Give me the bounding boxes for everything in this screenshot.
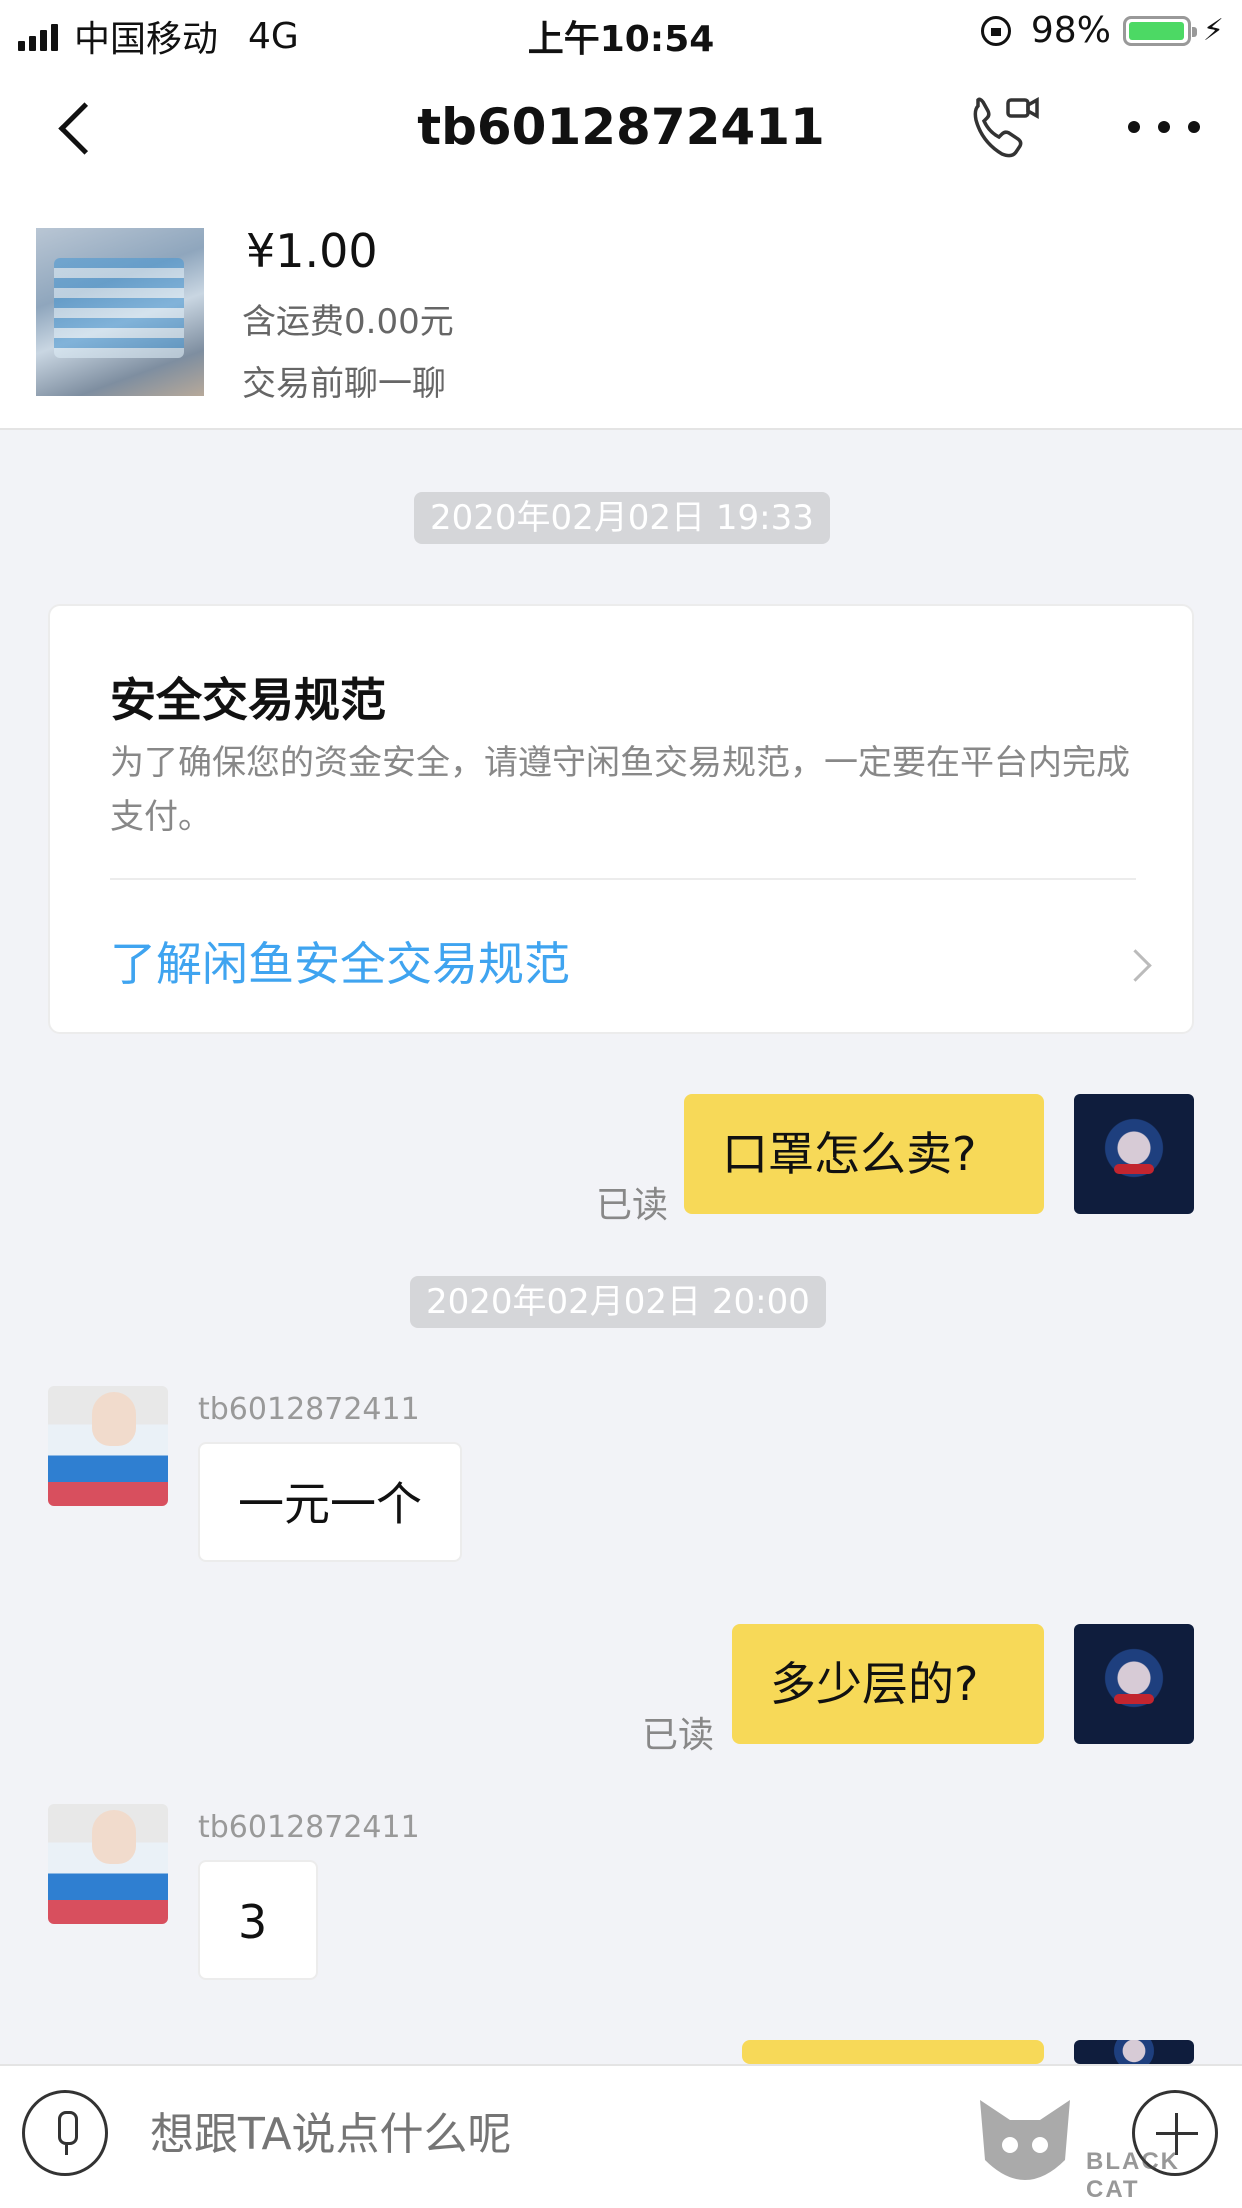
safety-rules-link[interactable]: 了解闲鱼安全交易规范 [110,928,570,994]
sender-name: tb6012872411 [198,1392,420,1427]
timestamp-1: 2020年02月02日 19:33 [414,492,830,544]
product-note: 交易前聊一聊 [242,364,446,404]
safety-description: 为了确保您的资金安全，请遵守闲鱼交易规范，一定要在平台内完成支付。 [110,743,1130,837]
timestamp-2: 2020年02月02日 20:00 [410,1276,826,1328]
product-shipping: 含运费0.00元 [242,302,454,342]
status-right: 98% ⚡ [980,10,1224,51]
sender-name: tb6012872411 [198,1810,420,1845]
read-status: 已读 [596,1185,669,1226]
my-avatar[interactable] [1074,1094,1194,1214]
message-bubble-received[interactable]: 3 [198,1860,318,1980]
charging-icon: ⚡ [1202,13,1224,48]
chevron-right-icon[interactable] [1122,946,1152,986]
product-price: ¥1.00 [246,224,378,278]
seller-avatar[interactable] [48,1804,168,1924]
more-options-button[interactable] [1128,102,1200,152]
my-avatar[interactable] [1074,1624,1194,1744]
message-bubble-sent[interactable]: 多少层的? [732,1624,1044,1744]
video-call-button[interactable] [968,92,1042,162]
message-bubble-partial[interactable] [742,2040,1044,2064]
battery-percent: 98% [1030,10,1111,51]
voice-input-button[interactable] [22,2090,108,2176]
seller-avatar[interactable] [48,1386,168,1506]
read-status: 已读 [642,1715,715,1756]
safety-rules-card: 安全交易规范 为了确保您的资金安全，请遵守闲鱼交易规范，一定要在平台内完成支付。… [48,604,1194,1034]
product-image[interactable] [36,228,204,396]
product-card[interactable]: ¥1.00 含运费0.00元 交易前聊一聊 [0,190,1242,430]
message-input[interactable] [150,2094,850,2174]
chat-title: tb6012872411 [417,98,825,156]
orientation-lock-icon [980,15,1011,46]
watermark-text: BLACK CAT [1086,2148,1180,2203]
message-bubble-sent[interactable]: 口罩怎么卖? [684,1094,1044,1214]
battery-icon [1122,15,1197,46]
watermark-logo: BLACK CAT [970,2090,1242,2208]
message-bubble-received[interactable]: 一元一个 [198,1442,462,1562]
safety-title: 安全交易规范 [110,673,386,727]
cat-logo-icon [980,2100,1070,2180]
nav-bar: tb6012872411 [0,62,1242,190]
status-bar: 中国移动 4G 上午10:54 98% ⚡ [0,0,1242,62]
my-avatar[interactable] [1074,2040,1194,2064]
divider [110,878,1136,880]
video-call-icon [973,97,1039,158]
